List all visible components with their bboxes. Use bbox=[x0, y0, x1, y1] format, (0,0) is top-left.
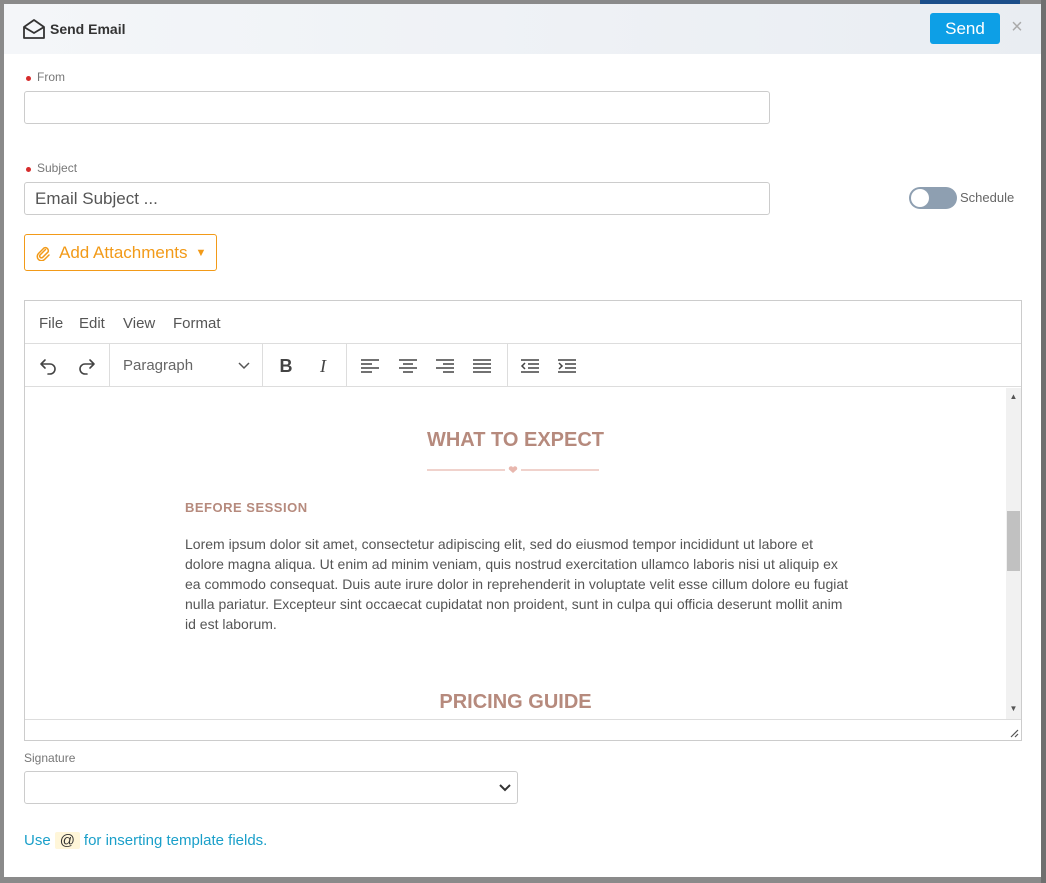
outdent-icon[interactable] bbox=[516, 352, 544, 380]
content-subheading-before-session: BEFORE SESSION bbox=[185, 500, 308, 515]
heart-divider-icon bbox=[427, 466, 599, 473]
toggle-knob bbox=[911, 189, 929, 207]
align-center-icon[interactable] bbox=[394, 352, 422, 380]
bold-icon[interactable]: B bbox=[272, 352, 300, 380]
indent-icon[interactable] bbox=[553, 352, 581, 380]
at-token: @ bbox=[54, 832, 80, 849]
hint-suffix: for inserting template fields. bbox=[83, 832, 268, 849]
block-format-select[interactable]: Paragraph bbox=[123, 357, 193, 374]
menu-edit[interactable]: Edit bbox=[79, 315, 105, 332]
modal-header: Send Email Send × bbox=[4, 4, 1041, 54]
editor-content-area[interactable]: WHAT TO EXPECT BEFORE SESSION Lorem ipsu… bbox=[25, 388, 1006, 718]
toolbar-separator bbox=[507, 344, 508, 387]
align-left-icon[interactable] bbox=[356, 352, 384, 380]
content-heading-pricing-guide: PRICING GUIDE bbox=[439, 691, 592, 713]
scrollbar-thumb[interactable] bbox=[1007, 511, 1020, 571]
menu-format[interactable]: Format bbox=[173, 315, 221, 332]
schedule-label: Schedule bbox=[960, 190, 1015, 205]
send-button[interactable]: Send bbox=[930, 13, 1000, 44]
scroll-down-arrow-icon[interactable]: ▼ bbox=[1006, 704, 1021, 713]
required-indicator bbox=[26, 76, 31, 81]
editor-menubar: File Edit View Format bbox=[25, 301, 1021, 344]
editor-toolbar: Paragraph B I bbox=[25, 344, 1021, 387]
subject-label: Subject bbox=[37, 161, 78, 175]
align-justify-icon[interactable] bbox=[468, 352, 496, 380]
chevron-down-icon bbox=[238, 362, 250, 370]
redo-icon[interactable] bbox=[73, 352, 101, 380]
modal-title: Send Email bbox=[50, 21, 126, 37]
menu-file[interactable]: File bbox=[39, 315, 63, 332]
signature-label: Signature bbox=[24, 751, 76, 765]
content-heading-what-to-expect: WHAT TO EXPECT bbox=[426, 429, 605, 451]
from-input[interactable] bbox=[24, 91, 770, 124]
undo-icon[interactable] bbox=[34, 352, 62, 380]
add-attachments-label: Add Attachments bbox=[59, 242, 188, 262]
caret-down-icon: ▼ bbox=[195, 246, 207, 259]
editor-scrollbar[interactable]: ▲ ▼ bbox=[1006, 388, 1021, 719]
align-right-icon[interactable] bbox=[431, 352, 459, 380]
toolbar-separator bbox=[262, 344, 263, 387]
add-attachments-button[interactable]: Add Attachments ▼ bbox=[24, 234, 217, 271]
close-icon[interactable]: × bbox=[1007, 16, 1027, 38]
italic-icon[interactable]: I bbox=[309, 352, 337, 380]
envelope-open-icon bbox=[23, 19, 45, 39]
editor-statusbar bbox=[25, 719, 1021, 740]
hint-prefix: Use bbox=[24, 832, 51, 849]
required-indicator bbox=[26, 167, 31, 172]
menu-view[interactable]: View bbox=[123, 315, 155, 332]
scroll-up-arrow-icon[interactable]: ▲ bbox=[1006, 392, 1021, 401]
backdrop-edge bbox=[1041, 0, 1046, 883]
toolbar-separator bbox=[109, 344, 110, 387]
resize-handle-icon[interactable] bbox=[1009, 728, 1019, 738]
paperclip-icon bbox=[36, 246, 50, 261]
toolbar-separator bbox=[346, 344, 347, 387]
schedule-toggle[interactable] bbox=[909, 187, 957, 209]
from-label: From bbox=[37, 70, 65, 84]
rich-text-editor: File Edit View Format Paragraph B I WHAT… bbox=[24, 300, 1022, 741]
template-fields-hint: Use @ for inserting template fields. bbox=[24, 832, 267, 849]
content-paragraph: Lorem ipsum dolor sit amet, consectetur … bbox=[185, 536, 849, 632]
chevron-down-icon bbox=[499, 784, 511, 792]
subject-input[interactable] bbox=[24, 182, 770, 215]
signature-select[interactable] bbox=[24, 771, 518, 804]
send-email-modal: Send Email Send × From Subject Schedule … bbox=[4, 4, 1041, 877]
